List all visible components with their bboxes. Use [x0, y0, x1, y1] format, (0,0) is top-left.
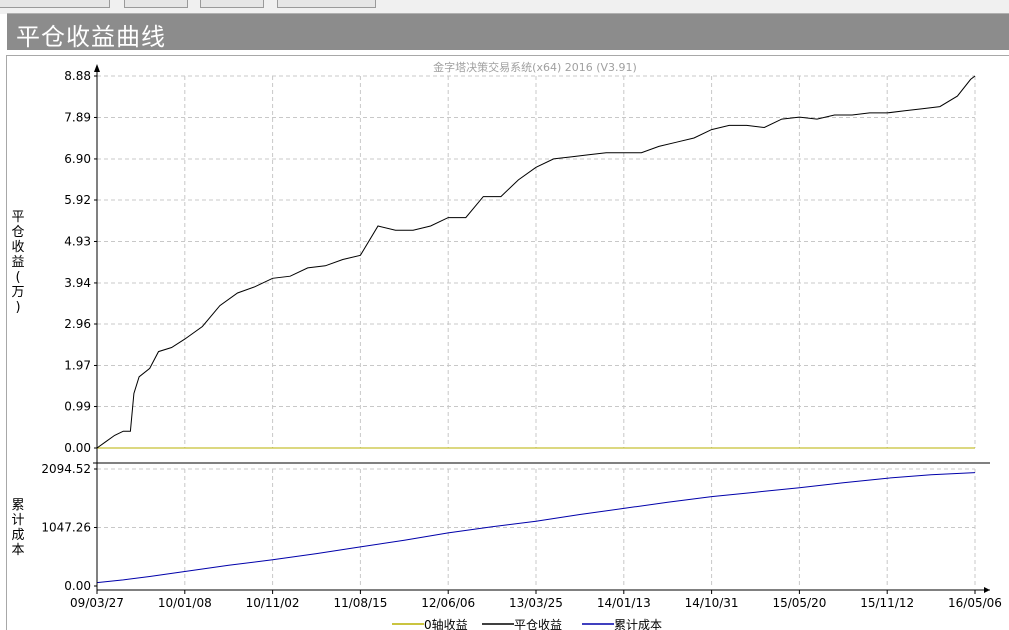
x-tick-label: 10/01/08	[158, 596, 212, 610]
y-tick-label: 5.92	[64, 193, 91, 207]
y-tick-label: 2094.52	[41, 462, 91, 476]
legend-label: 平仓收益	[514, 618, 562, 630]
y-tick-label: 3.94	[64, 276, 91, 290]
y-tick-label: 7.89	[64, 110, 91, 124]
y-tick-label: 2.96	[64, 317, 91, 331]
x-tick-label: 15/05/20	[772, 596, 826, 610]
x-tick-label: 16/05/06	[948, 596, 1002, 610]
y-tick-label: 0.00	[64, 441, 91, 455]
y-tick-label: 0.00	[64, 579, 91, 593]
y-tick-label: 1.97	[64, 358, 91, 372]
y-tick-label: 0.99	[64, 400, 91, 414]
y-tick-label: 6.90	[64, 152, 91, 166]
profit-curve-chart: 金字塔决策交易系统(x64) 2016 (V3.91) 0.00 0.99 1.97 2…	[11, 60, 1002, 630]
legend-label: 0轴收益	[424, 617, 468, 630]
y-axis-label: 累计成本	[11, 498, 24, 558]
x-axis-arrow	[984, 587, 990, 593]
x-tick-label: 14/01/13	[597, 596, 651, 610]
x-tick-label: 13/03/25	[509, 596, 563, 610]
y-tick-label: 8.88	[64, 69, 91, 83]
x-tick-label: 10/11/02	[246, 596, 300, 610]
x-tick-label: 11/08/15	[333, 596, 387, 610]
chart-watermark: 金字塔决策交易系统(x64) 2016 (V3.91)	[433, 60, 637, 74]
y-tick-label: 4.93	[64, 234, 91, 248]
x-tick-label: 15/11/12	[860, 596, 914, 610]
legend-label: 累计成本	[614, 618, 662, 630]
x-tick-label: 12/06/06	[421, 596, 475, 610]
y-axis-label: 平仓收益(万)	[11, 210, 24, 315]
y-axis-arrow	[94, 64, 100, 72]
x-tick-label: 14/10/31	[685, 596, 739, 610]
x-tick-label: 09/03/27	[70, 596, 124, 610]
y-tick-label: 1047.26	[41, 521, 91, 535]
